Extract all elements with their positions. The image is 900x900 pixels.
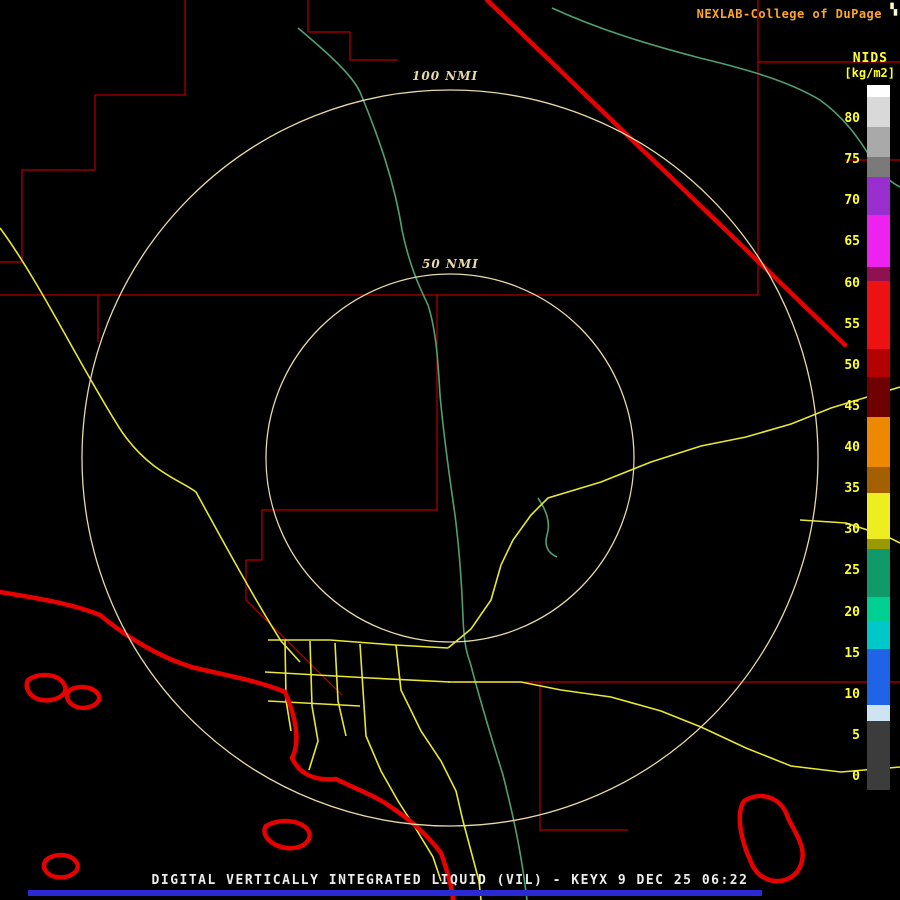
- radar-display: 100 NMI 50 NMI NEXLAB-College of DuPage …: [0, 0, 900, 900]
- boundary-path: [540, 682, 628, 830]
- road-path: [396, 645, 481, 900]
- colorbar-ticks: 80757065605550454035302520151050: [832, 0, 860, 900]
- colorbar-segment: [867, 467, 890, 493]
- colorbar-segment: [867, 215, 890, 267]
- colorbar-segment: [867, 177, 890, 215]
- colorbar-tick-label: 75: [832, 152, 860, 167]
- road-path: [265, 672, 450, 682]
- colorbar-segment: [867, 649, 890, 705]
- island-outline: [264, 821, 309, 848]
- colorbar-segments: [867, 85, 890, 790]
- colorbar-segment: [867, 417, 890, 467]
- range-rings: [82, 90, 818, 826]
- colorbar-segment: [867, 549, 890, 597]
- range-ring-100nmi: [82, 90, 818, 826]
- colorbar-segment: [867, 85, 890, 97]
- colorbar-tick-label: 70: [832, 193, 860, 208]
- product-title: DIGITAL VERTICALLY INTEGRATED LIQUID (VI…: [0, 873, 900, 888]
- colorbar-tick-label: 10: [832, 687, 860, 702]
- colorbar-tick-label: 15: [832, 646, 860, 661]
- river-path: [538, 498, 557, 557]
- colorbar-tick-label: 45: [832, 399, 860, 414]
- colorbar-tick-label: 0: [832, 769, 860, 784]
- colorbar-segment: [867, 127, 890, 157]
- road-path: [0, 228, 300, 662]
- colorbar-segment: [867, 281, 890, 349]
- island-outline: [740, 796, 803, 881]
- colorbar-tick-label: 50: [832, 358, 860, 373]
- colorbar-segment: [867, 493, 890, 539]
- state-line-and-coastline: [0, 0, 845, 900]
- island-outline: [67, 687, 99, 708]
- colorbar-segment: [867, 621, 890, 649]
- colorbar-segment: [867, 157, 890, 177]
- colorbar-tick-label: 55: [832, 317, 860, 332]
- colorbar-segment: [867, 377, 890, 417]
- range-ring-50nmi: [266, 274, 634, 642]
- colorbar-segment: [867, 539, 890, 549]
- state-line-path: [487, 0, 845, 345]
- radar-map: [0, 0, 900, 900]
- colorbar-segment: [867, 705, 890, 721]
- road-path: [268, 640, 448, 648]
- range-ring-label-100nmi: 100 NMI: [408, 69, 482, 83]
- colorbar-tick-label: 40: [832, 440, 860, 455]
- colorbar-tick-label: 65: [832, 234, 860, 249]
- road-path: [285, 640, 291, 731]
- corner-logo-icon: ▚: [890, 3, 897, 16]
- road-path: [268, 701, 360, 706]
- colorbar-tick-label: 80: [832, 111, 860, 126]
- boundary-path: [0, 0, 185, 262]
- colorbar-segment: [867, 597, 890, 621]
- colorbar-tick-label: 25: [832, 563, 860, 578]
- boundary-path: [308, 0, 398, 60]
- colorbar-segment: [867, 267, 890, 281]
- footer-underline: [28, 890, 762, 896]
- colorbar-segment: [867, 97, 890, 127]
- colorbar-segment: [867, 349, 890, 377]
- colorbar-tick-label: 5: [832, 728, 860, 743]
- highway-lines: [0, 228, 900, 900]
- river-lines: [298, 8, 900, 900]
- colorbar-segment: [867, 721, 890, 790]
- road-path: [309, 641, 318, 770]
- island-outline: [27, 675, 66, 700]
- range-ring-label-50nmi: 50 NMI: [418, 257, 483, 271]
- colorbar-tick-label: 60: [832, 276, 860, 291]
- county-boundary-lines: [0, 0, 900, 830]
- colorbar-tick-label: 20: [832, 605, 860, 620]
- river-path: [298, 28, 527, 900]
- boundary-path: [246, 295, 437, 695]
- road-path: [335, 643, 346, 736]
- colorbar-tick-label: 35: [832, 481, 860, 496]
- colorbar-tick-label: 30: [832, 522, 860, 537]
